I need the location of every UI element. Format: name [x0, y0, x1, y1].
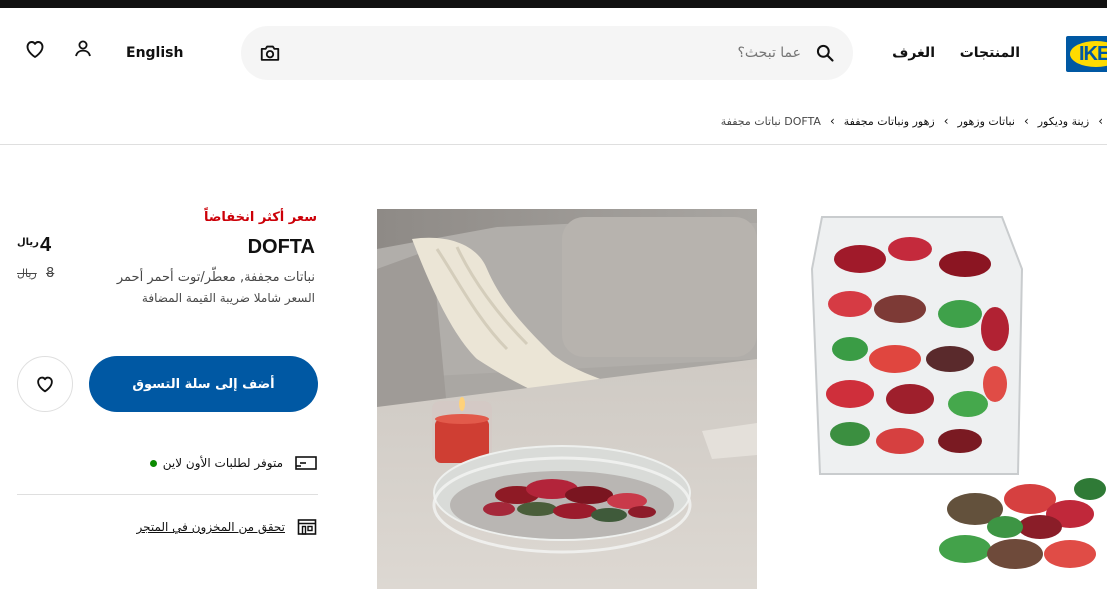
- nav-rooms-link[interactable]: الغرف: [892, 45, 935, 61]
- nav-products-link[interactable]: المنتجات: [960, 45, 1020, 61]
- breadcrumb-plants-flowers[interactable]: نباتات وزهور: [958, 115, 1015, 128]
- product-image-package[interactable]: [790, 209, 1107, 589]
- product-image-lifestyle[interactable]: [377, 209, 757, 589]
- breadcrumb-current: DOFTA نباتات مجففة: [720, 114, 821, 128]
- heart-icon[interactable]: [23, 37, 47, 61]
- section-divider: [17, 494, 318, 495]
- chevron-left-icon: ›: [1098, 114, 1103, 128]
- top-black-bar: [0, 0, 1107, 8]
- camera-icon[interactable]: [259, 42, 281, 64]
- site-header: IKEA المنتجات الغرف English: [0, 8, 1107, 100]
- check-store-stock-link[interactable]: تحقق من المخزون في المتجر: [136, 518, 317, 536]
- availability-status-dot: [149, 459, 157, 467]
- product-name: DOFTA: [247, 236, 315, 258]
- lifestyle-illustration: [377, 209, 757, 589]
- chevron-left-icon: ›: [943, 114, 949, 128]
- package-illustration: [790, 209, 1107, 589]
- online-availability-text: متوفر لطلبات الأون لاين: [162, 456, 283, 470]
- store-icon: [297, 519, 317, 535]
- breadcrumb-decor[interactable]: زينة وديكور: [1038, 115, 1089, 128]
- user-icon[interactable]: [71, 37, 95, 61]
- product-description: نباتات مجففة, معطّر/توت أحمر أحمر: [116, 270, 315, 285]
- check-store-stock-text[interactable]: تحقق من المخزون في المتجر: [136, 520, 285, 534]
- chevron-left-icon: ›: [1023, 114, 1029, 128]
- add-to-favorites-button[interactable]: [17, 356, 73, 412]
- search-input[interactable]: [341, 38, 801, 68]
- price-currency: ريال: [17, 237, 39, 248]
- vat-note: السعر شاملا ضريبة القيمة المضافة: [141, 291, 315, 305]
- header-divider: [0, 144, 1107, 145]
- breadcrumb: › زينة وديكور › نباتات وزهور › زهور ونبا…: [721, 112, 1107, 130]
- ikea-logo[interactable]: IKEA: [1066, 36, 1107, 72]
- heart-icon: [37, 376, 53, 393]
- old-price-currency: ريال: [17, 267, 37, 280]
- search-bar[interactable]: [241, 26, 853, 80]
- old-price-value: 8: [46, 266, 55, 281]
- add-to-cart-button[interactable]: أضف إلى سلة التسوق: [89, 356, 318, 412]
- delivery-truck-icon: [295, 456, 317, 470]
- price-value: 4: [40, 234, 52, 256]
- breadcrumb-dried-flowers[interactable]: زهور ونباتات مجففة: [844, 115, 935, 128]
- online-availability: متوفر لطلبات الأون لاين: [149, 454, 317, 472]
- chevron-left-icon: ›: [829, 114, 835, 128]
- search-icon[interactable]: [815, 43, 835, 63]
- product-info-panel: سعر أكثر انخفاضاً DOFTA نباتات مجففة, مع…: [0, 200, 340, 592]
- language-switch[interactable]: English: [126, 45, 183, 61]
- lower-price-badge: سعر أكثر انخفاضاً: [203, 210, 317, 225]
- logo-text: IKEA: [1079, 43, 1107, 65]
